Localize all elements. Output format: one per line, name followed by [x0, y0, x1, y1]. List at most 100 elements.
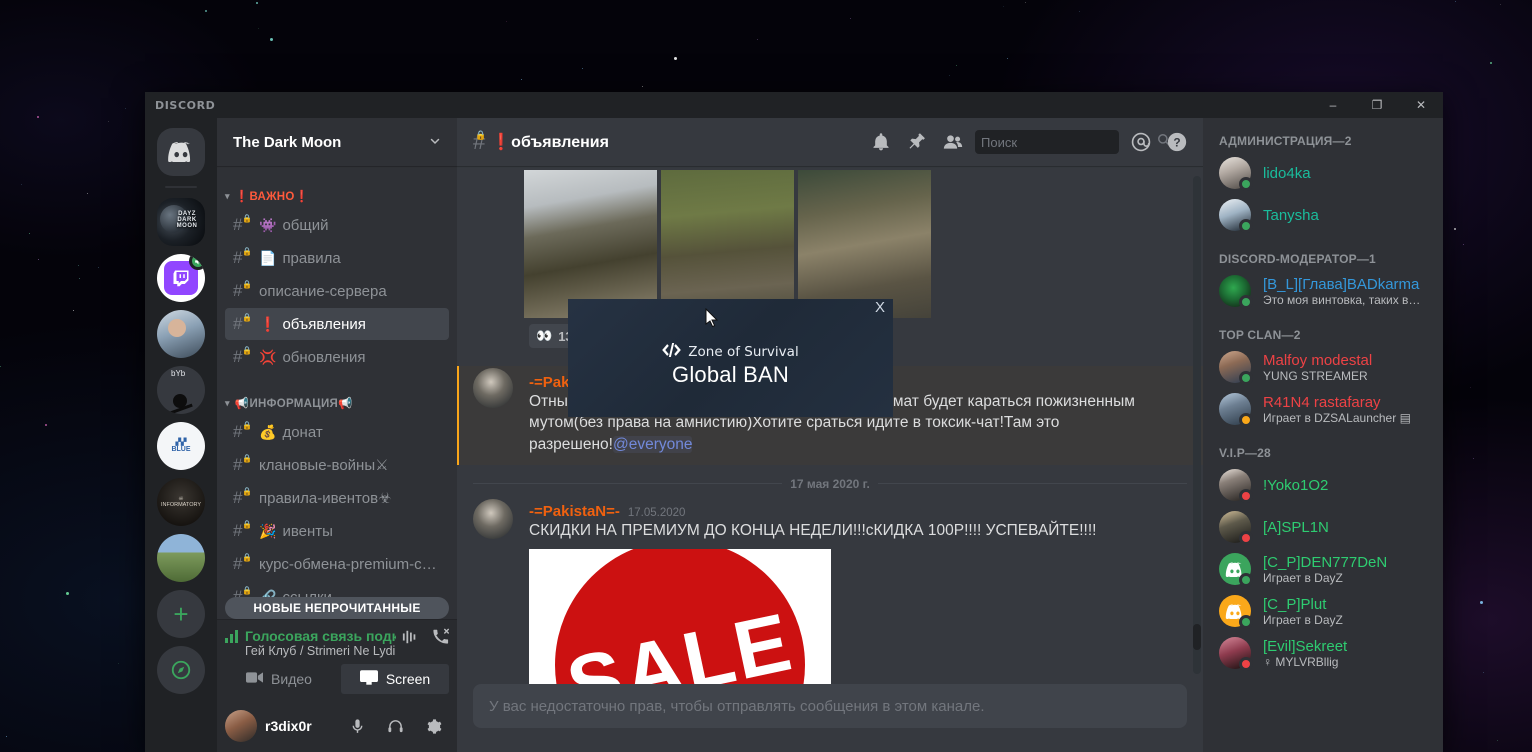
member-item[interactable]: [A]SPL1N [1211, 506, 1435, 548]
close-button[interactable]: ✕ [1399, 92, 1443, 118]
headphones-icon[interactable] [379, 710, 411, 742]
category-label: 📢ИНФОРМАЦИЯ📢 [234, 398, 353, 410]
server-rail[interactable]: DAYZ DARK MOON bYb ▞▞ BLUE ☠ INFORMATORY… [145, 118, 217, 752]
channel-obnovleniya[interactable]: # 🔒 💢 обновления [225, 341, 449, 373]
attachment-row[interactable] [524, 170, 1155, 318]
gear-icon[interactable] [417, 710, 449, 742]
server-icon-dayz-dark-moon[interactable]: DAYZ DARK MOON [157, 198, 205, 246]
member-status-text: ♀ MYLVRBllig [1263, 654, 1339, 669]
everyone-mention[interactable]: @everyone [612, 435, 693, 453]
server-icon-blue-logo[interactable]: ▞▞ BLUE [157, 422, 205, 470]
member-item[interactable]: [C_P]Plut Играет в DayZ [1211, 590, 1435, 632]
svg-text:?: ? [1173, 136, 1180, 150]
date-divider-label: 17 мая 2020 г. [790, 476, 870, 491]
pin-icon[interactable] [899, 124, 935, 160]
attachment-image[interactable] [661, 170, 794, 318]
message-author[interactable]: -=PakistaN=- [529, 503, 620, 520]
channel-opisanie-servera[interactable]: # 🔒 описание-сервера [225, 275, 449, 307]
add-server-button[interactable]: + [157, 590, 205, 638]
member-item[interactable]: [C_P]DEN777DeN Играет в DayZ [1211, 548, 1435, 590]
screen-share-button[interactable]: Screen [341, 664, 449, 694]
server-icon-twitch[interactable] [157, 254, 205, 302]
category-header-vazhno[interactable]: ▾ ❗ВАЖНО❗ [217, 184, 457, 208]
message-item[interactable]: -=PakistaN=- 17.05.2020 СКИДКИ НА ПРЕМИУ… [457, 497, 1203, 684]
window-controls: – ❐ ✕ [1311, 92, 1443, 118]
home-button[interactable] [157, 128, 205, 176]
wallpaper-star [79, 277, 81, 279]
new-unread-banner[interactable]: НОВЫЕ НЕПРОЧИТАННЫЕ [225, 597, 449, 619]
member-item[interactable]: [B_L][Глава]BADkarma Это моя винтовка, т… [1211, 270, 1435, 312]
server-header-dropdown[interactable]: The Dark Moon [217, 118, 457, 166]
wallpaper-star [1473, 458, 1475, 460]
attachment-sale-image[interactable]: SALE [529, 549, 831, 684]
channel-obyavleniya[interactable]: # 🔒 ❗ объявления [225, 308, 449, 340]
member-group-title: V.I.P—28 [1219, 446, 1271, 460]
maximize-button[interactable]: ❐ [1355, 92, 1399, 118]
search-box[interactable] [975, 130, 1170, 154]
wallpaper-star [125, 108, 127, 110]
hash-lock-icon: #🔒 [233, 520, 252, 540]
status-badge [1239, 177, 1253, 191]
attachment-image[interactable] [798, 170, 931, 318]
category-header-informaciya[interactable]: ▾ 📢ИНФОРМАЦИЯ📢 [217, 391, 457, 415]
chevron-down-icon: ▾ [225, 397, 230, 408]
channel-label: описание-сервера [259, 282, 387, 300]
channel-pravila-iventov[interactable]: # 🔒 правила-ивентов☣ [225, 482, 449, 514]
member-item[interactable]: Tanysha [1211, 194, 1435, 236]
video-button[interactable]: Видео [225, 664, 333, 694]
explore-servers-button[interactable] [157, 646, 205, 694]
member-item[interactable]: [Evil]Sekreet ♀ MYLVRBllig [1211, 632, 1435, 674]
bell-icon[interactable] [863, 124, 899, 160]
wallpaper-star [5, 735, 7, 737]
noise-suppression-icon[interactable] [402, 629, 418, 650]
attachment-image[interactable] [524, 170, 657, 318]
avatar [1219, 469, 1253, 503]
disconnect-call-icon[interactable] [432, 628, 449, 650]
mic-icon[interactable] [341, 710, 373, 742]
message-list[interactable]: 👀 13 -=PakistaN=- [457, 166, 1203, 684]
member-list[interactable]: АДМИНИСТРАЦИЯ—2 lido4ka Tanysha DISCORD-… [1203, 118, 1443, 752]
wallpaper-star [506, 20, 508, 22]
channel-donat[interactable]: # 🔒 💰 донат [225, 416, 449, 448]
member-item[interactable]: lido4ka [1211, 152, 1435, 194]
channel-obshchiy[interactable]: # 🔒 👾 общий [225, 209, 449, 241]
help-icon[interactable]: ? [1159, 124, 1195, 160]
ad-title: Global BAN [672, 362, 789, 387]
channel-klanovye-voyny[interactable]: # 🔒 клановые-войны⚔ [225, 449, 449, 481]
current-username: r3dix0r [265, 718, 312, 734]
channel-label: обновления [282, 348, 366, 366]
server-icon-landscape[interactable] [157, 534, 205, 582]
member-group-title: TOP CLAN—2 [1219, 328, 1301, 342]
member-item[interactable]: Malfoy modestal YUNG STREAMER [1211, 346, 1435, 388]
inbox-icon[interactable] [1123, 124, 1159, 160]
avatar[interactable] [473, 368, 513, 408]
channel-label: правила [282, 249, 341, 267]
message-scrollbar[interactable] [1193, 176, 1201, 674]
channel-pravila[interactable]: # 🔒 📄 правила [225, 242, 449, 274]
ad-overlay-popup[interactable]: X Zone of Survival Global BAN [568, 299, 893, 417]
channel-kurs-obmena-premium[interactable]: # 🔒 курс-обмена-premium-c… [225, 548, 449, 580]
avatar[interactable] [225, 710, 257, 742]
minimize-button[interactable]: – [1311, 92, 1355, 118]
message-composer: У вас недостаточно прав, чтобы отправлят… [473, 684, 1187, 728]
wallpaper-star [86, 193, 88, 195]
channel-list[interactable]: ▾ ❗ВАЖНО❗ # 🔒 👾 общий # 🔒 📄 правила # 🔒 опи… [217, 166, 457, 619]
channel-iventy[interactable]: # 🔒 🎉 ивенты [225, 515, 449, 547]
wallpaper-star [98, 267, 100, 269]
close-icon[interactable]: X [875, 299, 885, 316]
wallpaper-star [20, 184, 22, 186]
window-titlebar: DISCORD – ❐ ✕ [145, 92, 1443, 118]
channel-label: объявления [282, 315, 366, 333]
server-icon-informatory[interactable]: ☠ INFORMATORY [157, 478, 205, 526]
wallpaper-star [108, 121, 110, 123]
status-badge [1239, 413, 1253, 427]
member-item[interactable]: R41N4 rastafaray Играет в DZSALauncher ▤ [1211, 388, 1435, 430]
avatar [1219, 637, 1253, 671]
member-name: [B_L][Глава]BADkarma [1263, 275, 1420, 293]
wallpaper-star [1463, 244, 1465, 246]
members-icon[interactable] [935, 124, 971, 160]
avatar[interactable] [473, 498, 513, 539]
server-icon-byd[interactable]: bYb [157, 366, 205, 414]
member-item[interactable]: !Yoko1O2 [1211, 464, 1435, 506]
server-icon-child-avatar[interactable] [157, 310, 205, 358]
